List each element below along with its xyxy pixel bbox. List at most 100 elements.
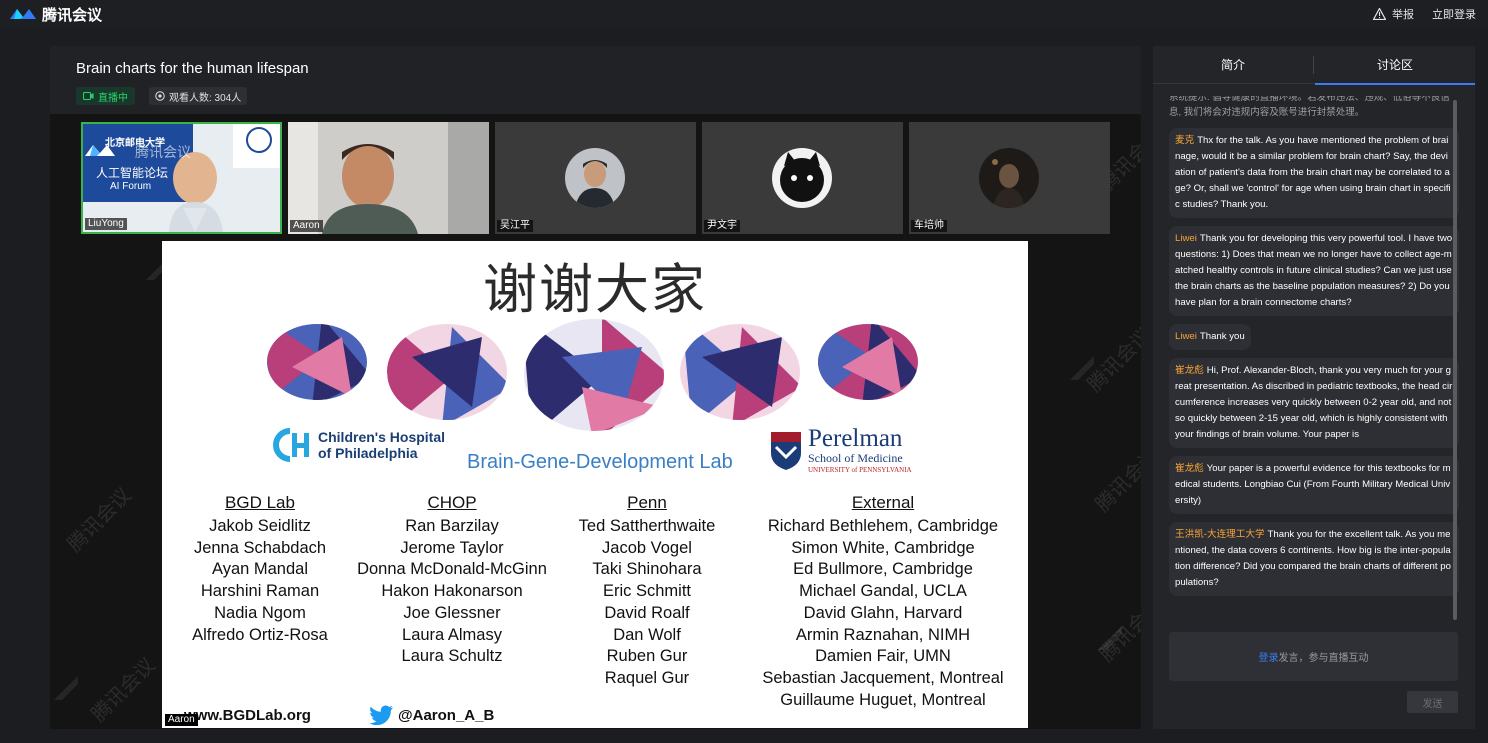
name-entry: David Glahn, Harvard: [803, 603, 963, 622]
login-link[interactable]: 登录: [1259, 649, 1279, 664]
name-entry: Alfredo Ortiz-Rosa: [192, 625, 328, 644]
chat-input-login-prompt[interactable]: 登录 发言，参与直播互动: [1169, 632, 1458, 681]
viewer-count-badge: 观看人数: 304人: [149, 87, 248, 105]
tab-discussion[interactable]: 讨论区: [1315, 46, 1475, 85]
side-tabs: 简介 讨论区: [1153, 46, 1475, 85]
video-area[interactable]: 腾讯会议 腾讯会议 腾讯会议 腾讯会议 腾讯会议 腾讯会议 北京邮电大学 腾讯会…: [50, 114, 1141, 729]
tab-divider: [1313, 56, 1314, 74]
chop-name-line2: of Philadelphia: [318, 445, 418, 461]
participant-strip: 北京邮电大学 腾讯会议 人工智能论坛 AI Forum LiuYong Aaro…: [81, 122, 1110, 234]
speaker-name-tag: Aaron: [165, 714, 198, 726]
live-status-badge: 直播中: [76, 87, 135, 105]
name-entry: Jacob Vogel: [602, 538, 692, 557]
name-entry: Ran Barzilay: [405, 517, 499, 535]
chat-scrollbar[interactable]: [1453, 100, 1457, 620]
name-entry: Ted Sattherthwaite: [578, 517, 716, 535]
name-entry: Armin Raznahan, NIMH: [795, 625, 971, 644]
brain-illustration-icon: [267, 319, 918, 431]
name-entry: Simon White, Cambridge: [791, 538, 975, 557]
watermark-text: 腾讯会议: [87, 654, 160, 727]
name-entry: Richard Bethlehem, Cambridge: [767, 517, 999, 535]
acknowledgement-column-bgd: BGD Lab Jakob Seidlitz Jenna Schabdach A…: [182, 493, 338, 646]
report-button[interactable]: 举报: [1373, 6, 1414, 22]
stream-title: Brain charts for the human lifespan: [76, 60, 309, 77]
app-logo[interactable]: 腾讯会议: [8, 4, 102, 25]
penn-university: UNIVERSITY of PENNSYLVANIA: [808, 466, 912, 474]
column-heading: BGD Lab: [225, 493, 295, 512]
acknowledgement-column-chop: CHOP Ran Barzilay Jerome Taylor Donna Mc…: [352, 493, 552, 668]
participant-name: 车培帅: [911, 220, 947, 232]
penn-name: Perelman: [808, 425, 903, 452]
report-label: 举报: [1392, 9, 1414, 21]
camera-icon: [83, 92, 94, 100]
name-entry: Hakon Hakonarson: [381, 582, 523, 601]
chat-text: Thank you: [1199, 331, 1245, 342]
name-entry: Jerome Taylor: [400, 538, 504, 557]
chat-message: 麦克 Thx for the talk. As you have mentione…: [1169, 128, 1459, 218]
twitter-bird-icon: [370, 705, 393, 725]
chat-text: Your paper is a powerful evidence for th…: [1175, 463, 1451, 506]
name-entry: Eric Schmitt: [602, 582, 691, 601]
watermark-text: 腾讯会议: [1091, 444, 1141, 517]
chop-logo: Children's Hospital of Philadelphia: [270, 427, 445, 463]
meeting-logo-icon: [85, 145, 115, 156]
chat-list[interactable]: 系统提示: 倡导健康的直播环境。若发布违法、违规、低俗等不良信息, 我们将会对违…: [1169, 96, 1459, 620]
chat-username: Liwei: [1175, 331, 1197, 342]
watermark-logo-icon: [1070, 356, 1094, 380]
webcam-frame: [288, 122, 489, 234]
name-entry: Michael Gandal, UCLA: [799, 582, 967, 601]
login-button[interactable]: 立即登录: [1432, 6, 1476, 22]
name-entry: Jakob Seidlitz: [209, 517, 311, 535]
column-heading: Penn: [627, 493, 667, 512]
name-entry: Ed Bullmore, Cambridge: [793, 560, 973, 579]
send-button[interactable]: 发送: [1407, 691, 1458, 713]
chop-name-line1: Children's Hospital: [318, 429, 446, 445]
acknowledgement-column-external: External Richard Bethlehem, Cambridge Si…: [752, 493, 1014, 711]
penn-logo: Perelman School of Medicine UNIVERSITY o…: [770, 425, 912, 474]
name-entry: Sebastian Jacquement, Montreal: [762, 668, 1004, 687]
penn-school: School of Medicine: [808, 451, 903, 465]
twitter-handle: @Aaron_A_B: [370, 705, 494, 725]
avatar: [772, 148, 832, 208]
app-name: 腾讯会议: [42, 6, 103, 24]
chat-username: 王洪凯-大连理工大学: [1175, 529, 1265, 540]
forum-title-cn: 人工智能论坛: [96, 166, 169, 180]
chat-username: 崔龙彪: [1175, 463, 1204, 474]
name-entry: Dan Wolf: [613, 625, 681, 644]
login-prompt-text: 发言，参与直播互动: [1278, 653, 1369, 664]
live-label: 直播中: [98, 92, 128, 104]
stream-panel: Brain charts for the human lifespan 直播中 …: [50, 46, 1141, 729]
name-entry: Ruben Gur: [606, 647, 688, 666]
watermark-text: 腾讯会议: [63, 484, 136, 557]
tab-intro[interactable]: 简介: [1153, 46, 1313, 84]
chat-message: Liwei Thank you for developing this very …: [1169, 226, 1459, 316]
slide-title: 谢谢大家: [483, 260, 707, 320]
participant-tile[interactable]: 吴江平: [495, 122, 696, 234]
chat-text: Thx for the talk. As you have mentioned …: [1175, 135, 1451, 210]
participant-tile[interactable]: 尹文宇: [702, 122, 903, 234]
participant-tile[interactable]: 北京邮电大学 腾讯会议 人工智能论坛 AI Forum LiuYong: [81, 122, 282, 234]
shared-slide: 谢谢大家 Children's Hospital of Philadelphia…: [162, 241, 1028, 728]
side-panel: 简介 讨论区 系统提示: 倡导健康的直播环境。若发布违法、违规、低俗等不良信息,…: [1153, 46, 1475, 729]
name-entry: Joe Glessner: [403, 603, 501, 622]
tencent-meeting-logo-icon: [10, 9, 36, 19]
participant-name: LiuYong: [85, 218, 127, 230]
tile-watermark: 腾讯会议: [135, 144, 191, 160]
watermark-logo-icon: [54, 676, 78, 700]
name-entry: Damien Fair, UMN: [815, 647, 951, 666]
name-entry: Nadia Ngom: [214, 603, 306, 622]
lab-website: www.BGDLab.org: [184, 707, 311, 724]
top-bar: 腾讯会议 举报 立即登录: [0, 0, 1488, 28]
chat-username: 崔龙彪: [1175, 365, 1204, 376]
forum-title-en: AI Forum: [110, 181, 152, 192]
participant-name: Aaron: [290, 220, 323, 232]
chat-username: Liwei: [1175, 233, 1197, 244]
name-entry: Raquel Gur: [604, 668, 690, 687]
twitter-handle-text: @Aaron_A_B: [398, 706, 495, 724]
participant-tile[interactable]: Aaron: [288, 122, 489, 234]
chat-message: 王洪凯-大连理工大学 Thank you for the excellent ta…: [1169, 522, 1459, 596]
acknowledgement-column-penn: Penn Ted Sattherthwaite Jacob Vogel Taki…: [567, 493, 727, 690]
participant-tile[interactable]: 车培帅: [909, 122, 1110, 234]
bgd-lab-name: Brain-Gene-Development Lab: [467, 451, 733, 473]
avatar: [979, 148, 1039, 208]
